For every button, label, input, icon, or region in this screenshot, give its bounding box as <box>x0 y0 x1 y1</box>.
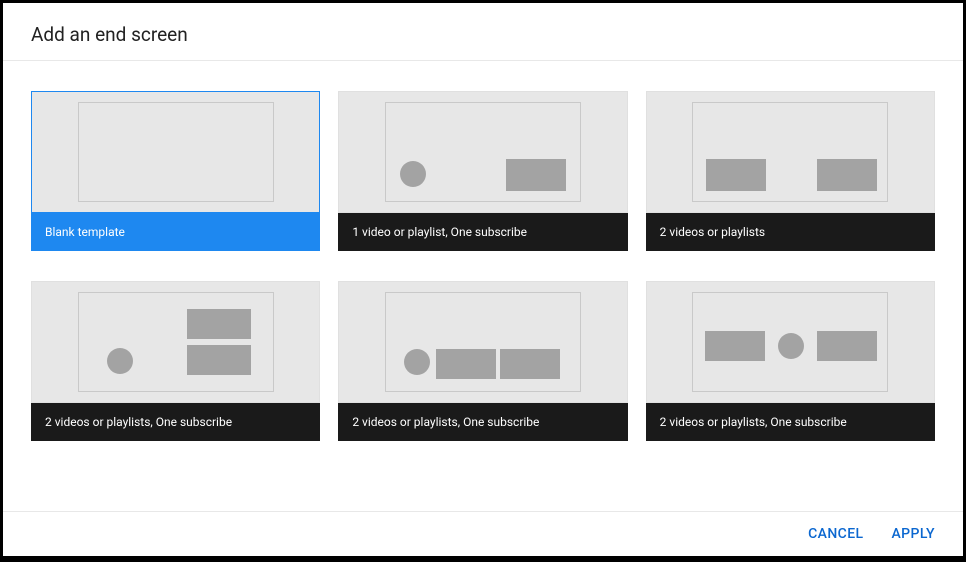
video-rect-icon <box>500 349 560 379</box>
apply-button[interactable]: APPLY <box>891 526 935 542</box>
dialog-header: Add an end screen <box>3 3 963 61</box>
video-rect-icon <box>706 159 766 191</box>
template-card-2videos-subscribe-b[interactable]: 2 videos or playlists, One subscribe <box>338 281 627 441</box>
end-screen-dialog: Add an end screen Blank template 1 video… <box>3 3 963 556</box>
template-row-1: Blank template 1 video or playlist, One … <box>31 91 935 251</box>
template-label: 2 videos or playlists, One subscribe <box>338 403 627 441</box>
video-rect-icon <box>506 159 566 191</box>
template-card-2videos-subscribe-c[interactable]: 2 videos or playlists, One subscribe <box>646 281 935 441</box>
template-preview <box>338 281 627 403</box>
template-preview <box>31 91 320 213</box>
cancel-button[interactable]: CANCEL <box>808 526 863 542</box>
video-rect-icon <box>187 309 251 339</box>
template-label: 1 video or playlist, One subscribe <box>338 213 627 251</box>
template-label: 2 videos or playlists, One subscribe <box>646 403 935 441</box>
dialog-title: Add an end screen <box>31 23 935 46</box>
video-rect-icon <box>817 159 877 191</box>
subscribe-circle-icon <box>404 349 430 375</box>
template-preview <box>646 91 935 213</box>
template-card-1video-subscribe[interactable]: 1 video or playlist, One subscribe <box>338 91 627 251</box>
template-label: 2 videos or playlists <box>646 213 935 251</box>
template-card-2videos-subscribe-a[interactable]: 2 videos or playlists, One subscribe <box>31 281 320 441</box>
template-card-blank[interactable]: Blank template <box>31 91 320 251</box>
subscribe-circle-icon <box>778 333 804 359</box>
template-preview <box>646 281 935 403</box>
dialog-body: Blank template 1 video or playlist, One … <box>3 61 963 511</box>
preview-inner <box>385 102 581 202</box>
template-card-2videos[interactable]: 2 videos or playlists <box>646 91 935 251</box>
preview-inner <box>385 292 581 392</box>
preview-inner <box>78 102 274 202</box>
video-rect-icon <box>436 349 496 379</box>
video-rect-icon <box>817 331 877 361</box>
template-row-2: 2 videos or playlists, One subscribe 2 v… <box>31 281 935 441</box>
preview-inner <box>78 292 274 392</box>
dialog-footer: CANCEL APPLY <box>3 511 963 556</box>
preview-inner <box>692 292 888 392</box>
template-preview <box>338 91 627 213</box>
preview-inner <box>692 102 888 202</box>
template-label: 2 videos or playlists, One subscribe <box>31 403 320 441</box>
video-rect-icon <box>187 345 251 375</box>
subscribe-circle-icon <box>400 161 426 187</box>
subscribe-circle-icon <box>107 348 133 374</box>
video-rect-icon <box>705 331 765 361</box>
template-preview <box>31 281 320 403</box>
template-label: Blank template <box>31 213 320 251</box>
